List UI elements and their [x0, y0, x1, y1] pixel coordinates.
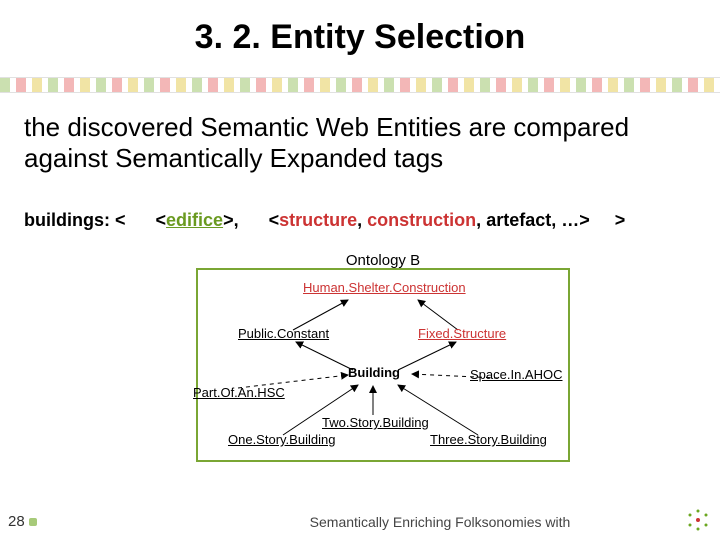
ontology-b-title: Ontology B — [340, 252, 426, 269]
node-fixed-structure: Fixed.Structure — [418, 326, 506, 341]
node-part-of-an-hsc: Part.Of.An.HSC — [193, 385, 285, 400]
tagline-structure: structure — [279, 210, 357, 230]
node-two-story-building: Two.Story.Building — [322, 415, 429, 430]
tagline-open1b: < — [156, 210, 167, 230]
node-human-shelter-construction: Human.Shelter.Construction — [303, 280, 466, 295]
ontology-b-box: Ontology B Human.Shelter.Construction Pu… — [196, 268, 570, 462]
node-one-story-building: One.Story.Building — [228, 432, 335, 447]
slide: 3. 2. Entity Selection the discovered Se… — [0, 0, 720, 540]
tagline-c2: , — [476, 210, 486, 230]
tagline-construction: construction — [367, 210, 476, 230]
divider-stripe — [0, 78, 720, 92]
node-public-constant: Public.Constant — [238, 326, 329, 341]
tagline-after-edifice: >, — [223, 210, 239, 230]
tag-expansion-line: buildings: < <edifice>, <structure, cons… — [24, 210, 696, 231]
tagline-open2: < — [269, 210, 280, 230]
tagline-edifice: edifice — [166, 210, 223, 230]
node-three-story-building: Three.Story.Building — [430, 432, 547, 447]
slide-subtitle: the discovered Semantic Web Entities are… — [24, 112, 696, 174]
tagline-c1: , — [357, 210, 367, 230]
tagline-close: > — [615, 210, 626, 230]
tagline-tail: , …> — [551, 210, 590, 230]
node-building: Building — [348, 365, 400, 380]
tagline-prefix: buildings: < — [24, 210, 126, 230]
slide-title: 3. 2. Entity Selection — [0, 18, 720, 57]
tagline-artefact: artefact — [486, 210, 551, 230]
node-space-in-ahoc: Space.In.AHOC — [470, 367, 563, 382]
corner-logo-icon — [686, 508, 710, 532]
footer-text: Semantically Enriching Folksonomies with — [0, 514, 680, 530]
